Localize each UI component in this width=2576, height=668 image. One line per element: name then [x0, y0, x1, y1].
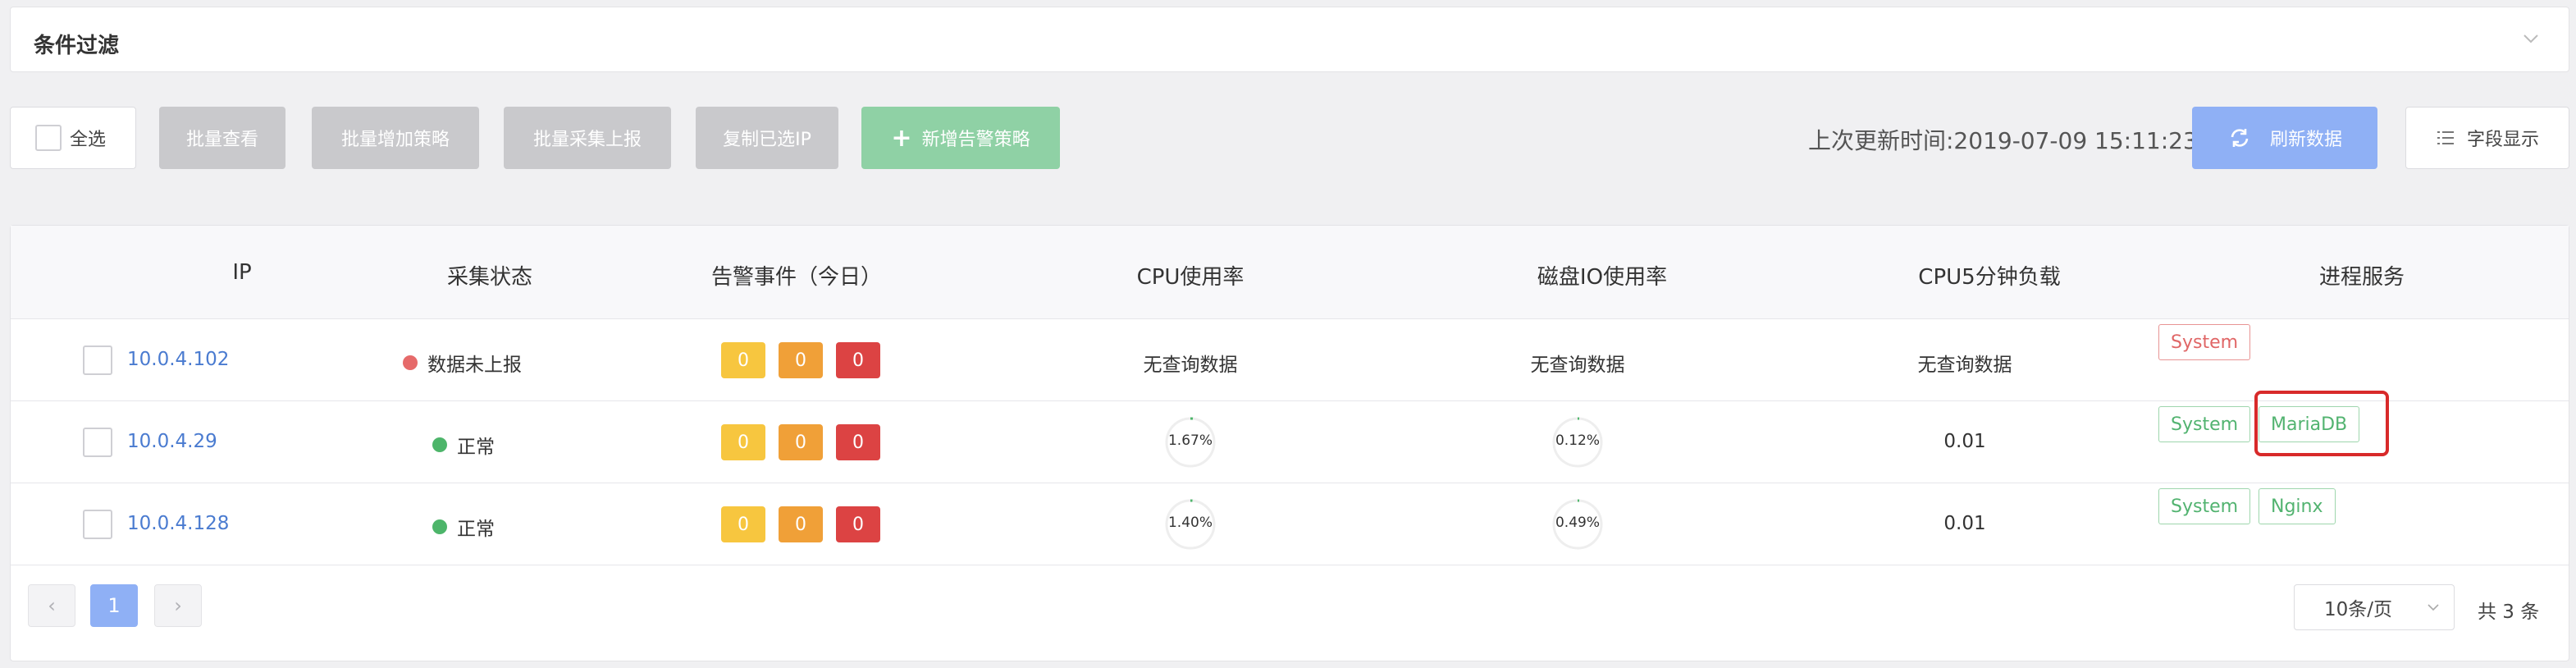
chevron-down-icon[interactable]: [2521, 29, 2541, 48]
checkbox-box[interactable]: [35, 125, 62, 151]
highlight-annotation: [2254, 391, 2389, 456]
field-display-button[interactable]: 字段显示: [2405, 107, 2569, 169]
batch-add-policy-button[interactable]: 批量增加策略: [312, 107, 479, 169]
refresh-label: 刷新数据: [2269, 130, 2342, 150]
alarm-count-major[interactable]: 0: [779, 506, 823, 542]
service-tag-nginx[interactable]: Nginx: [2259, 488, 2336, 524]
status-dot: [403, 355, 418, 370]
alarm-count-critical[interactable]: 0: [836, 424, 880, 460]
host-ip-link[interactable]: 10.0.4.128: [127, 513, 229, 534]
prev-page-button[interactable]: ‹: [28, 584, 75, 627]
alarm-count-critical[interactable]: 0: [836, 342, 880, 378]
alarm-count-major[interactable]: 0: [779, 424, 823, 460]
page-size-value: 10条/页: [2324, 599, 2393, 620]
list-settings-icon: [2437, 131, 2454, 144]
alarm-count-warning[interactable]: 0: [721, 424, 765, 460]
cpu-usage-label: 1.67%: [1167, 432, 1213, 449]
cpu-usage-label: 1.40%: [1167, 515, 1213, 531]
table-row[interactable]: 10.0.4.102 数据未上报 0 0 0 无查询数据 无查询数据 无查询数据…: [11, 319, 2569, 401]
row-checkbox[interactable]: [83, 510, 112, 539]
header-ip: IP: [232, 260, 252, 285]
service-tag-system[interactable]: System: [2158, 406, 2251, 442]
header-collect-status: 采集状态: [446, 265, 533, 290]
copy-selected-ip-button[interactable]: 复制已选IP: [696, 107, 838, 169]
status-text: 正常: [457, 437, 495, 458]
page-size-select[interactable]: 10条/页: [2294, 584, 2455, 630]
header-cpu-load5: CPU5分钟负载: [1918, 265, 2061, 290]
alarm-count-major[interactable]: 0: [779, 342, 823, 378]
next-page-button[interactable]: ›: [154, 584, 202, 627]
host-ip-link[interactable]: 10.0.4.102: [127, 349, 229, 370]
table-row[interactable]: 10.0.4.128 正常 0 0 0 1.40% 0.49% 0.01 Sys…: [11, 483, 2569, 565]
page-button-current[interactable]: 1: [90, 584, 138, 627]
batch-view-button[interactable]: 批量查看: [159, 107, 285, 169]
disk-io-label: 0.12%: [1555, 432, 1601, 449]
field-display-label: 字段显示: [2466, 130, 2539, 150]
collect-status: 正常: [432, 513, 495, 541]
cpu-usage: 无查询数据: [1143, 355, 1238, 376]
host-ip-link[interactable]: 10.0.4.29: [127, 431, 217, 452]
filter-panel[interactable]: 条件过滤: [10, 7, 2569, 72]
header-process-services: 进程服务: [2318, 265, 2405, 290]
refresh-icon: [2231, 129, 2249, 147]
add-alert-policy-label: 新增告警策略: [921, 130, 1030, 150]
host-table: IP 采集状态 告警事件（今日） CPU使用率 磁盘IO使用率 CPU5分钟负载…: [10, 225, 2569, 661]
filter-title: 条件过滤: [34, 34, 120, 58]
total-count: 共 3 条: [2478, 602, 2540, 623]
collect-status: 正常: [432, 431, 495, 459]
select-all-checkbox[interactable]: 全选: [10, 107, 136, 169]
table-header: IP 采集状态 告警事件（今日） CPU使用率 磁盘IO使用率 CPU5分钟负载…: [11, 226, 2569, 319]
cpu-load5: 0.01: [1943, 431, 1986, 452]
row-checkbox[interactable]: [83, 428, 112, 457]
add-alert-policy-button[interactable]: + 新增告警策略: [861, 107, 1060, 169]
refresh-button[interactable]: 刷新数据: [2192, 107, 2377, 169]
chevron-right-icon: ›: [174, 594, 182, 617]
cpu-load5: 无查询数据: [1917, 355, 2012, 376]
plus-icon: +: [891, 123, 912, 153]
collect-status: 数据未上报: [403, 349, 522, 377]
alarm-count-warning[interactable]: 0: [721, 506, 765, 542]
status-text: 数据未上报: [427, 355, 522, 376]
alarm-count-warning[interactable]: 0: [721, 342, 765, 378]
disk-io-label: 0.49%: [1555, 515, 1601, 531]
disk-io-usage: 无查询数据: [1530, 355, 1625, 376]
table-row[interactable]: 10.0.4.29 正常 0 0 0 1.67% 0.12% 0.01 Syst…: [11, 401, 2569, 483]
status-dot: [432, 437, 447, 452]
batch-collect-report-button[interactable]: 批量采集上报: [504, 107, 671, 169]
status-text: 正常: [457, 519, 495, 540]
service-tag-system[interactable]: System: [2158, 324, 2251, 360]
service-tag-system[interactable]: System: [2158, 488, 2251, 524]
last-update-time: 上次更新时间:2019-07-09 15:11:23: [1808, 127, 2198, 154]
row-checkbox[interactable]: [83, 345, 112, 375]
header-cpu-usage: CPU使用率: [1136, 265, 1245, 290]
status-dot: [432, 519, 447, 534]
header-alarm-events: 告警事件（今日）: [710, 265, 883, 290]
cpu-load5: 0.01: [1943, 513, 1986, 534]
chevron-left-icon: ‹: [48, 594, 56, 617]
alarm-count-critical[interactable]: 0: [836, 506, 880, 542]
chevron-down-icon: [2428, 604, 2439, 611]
header-disk-io: 磁盘IO使用率: [1537, 265, 1668, 290]
select-all-label: 全选: [70, 130, 107, 150]
